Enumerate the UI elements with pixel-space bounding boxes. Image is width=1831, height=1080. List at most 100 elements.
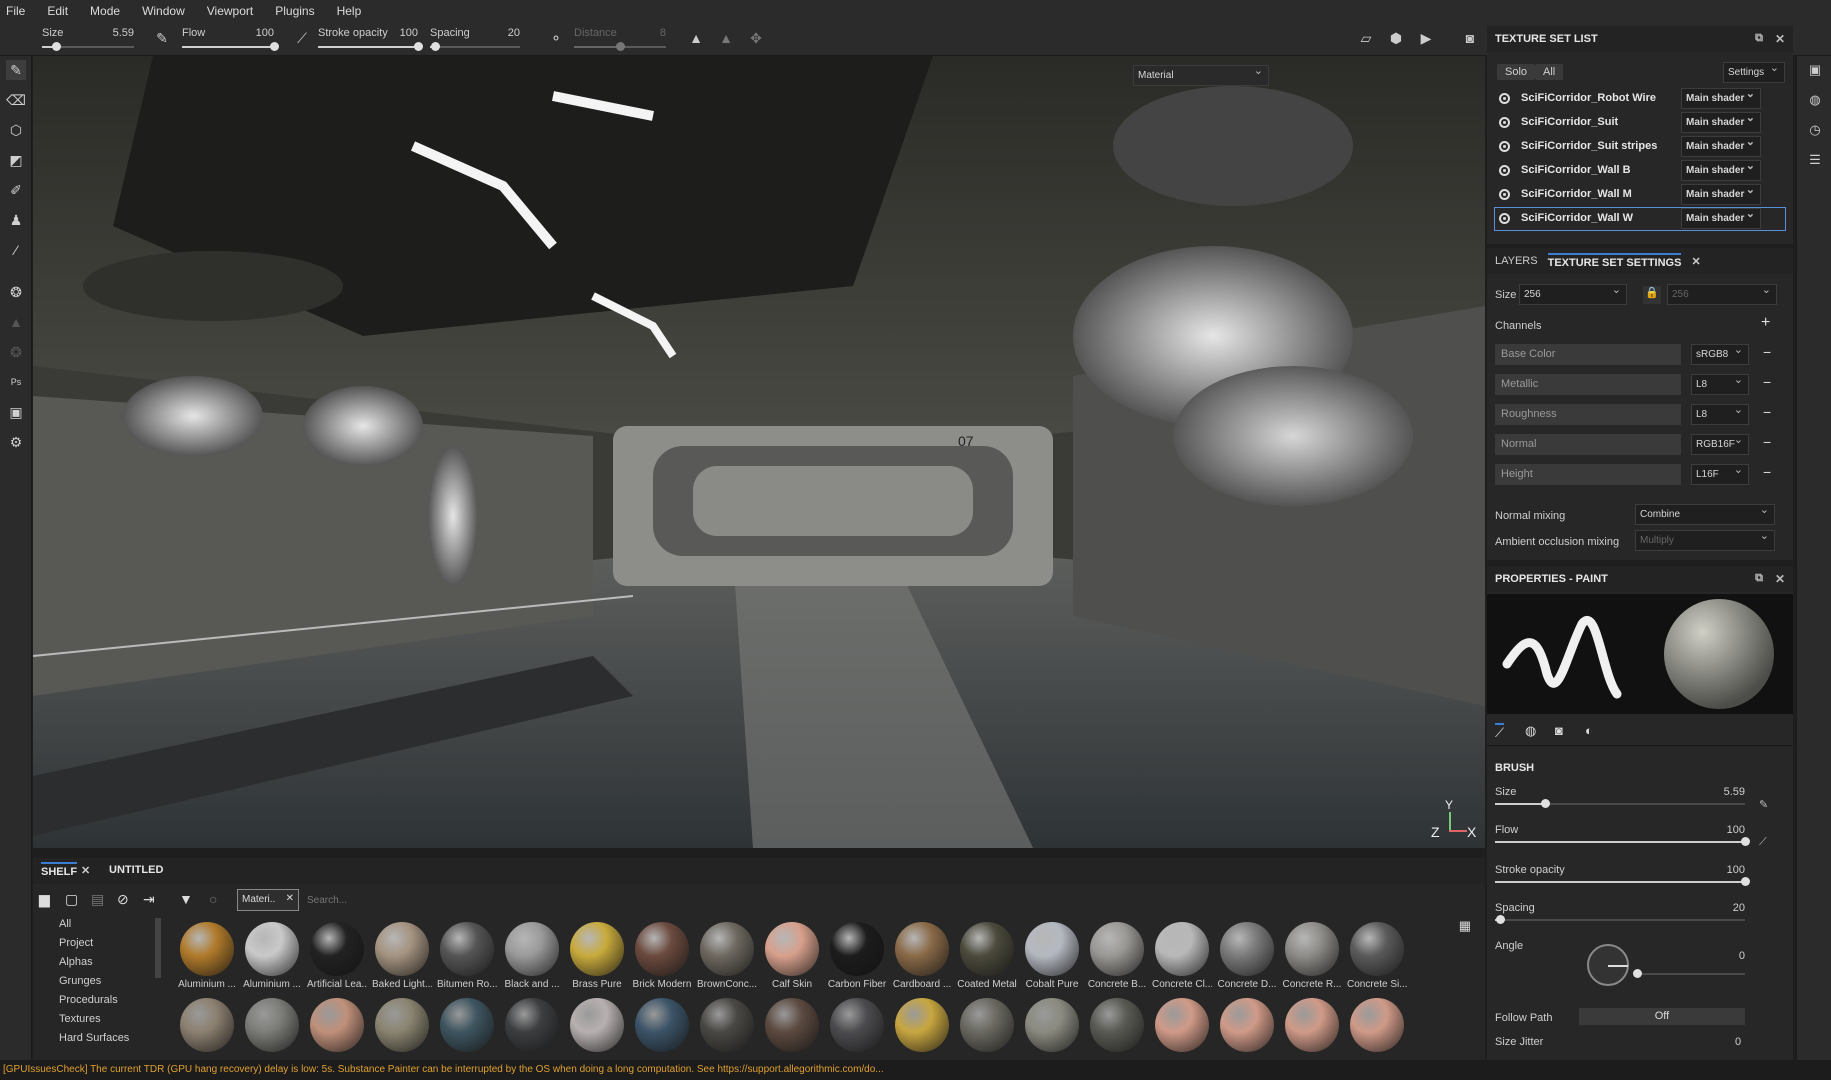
menu-file[interactable]: File: [6, 4, 25, 18]
material-thumbnail[interactable]: [1217, 998, 1277, 1052]
texture-set-row[interactable]: SciFiCorridor_Suit stripes Main shader: [1495, 135, 1785, 158]
slider-handle[interactable]: [414, 42, 423, 51]
clone-stamp-icon[interactable]: ♟: [6, 210, 26, 230]
shader-settings-icon[interactable]: ◍: [1805, 90, 1825, 110]
angle-dial[interactable]: [1587, 944, 1629, 986]
material-thumbnail[interactable]: [567, 998, 627, 1052]
projection-icon[interactable]: ⬡: [6, 120, 26, 140]
solo-button[interactable]: Solo: [1497, 64, 1536, 80]
shader-dropdown[interactable]: Main shader: [1681, 207, 1761, 229]
remove-filter-icon[interactable]: ✕: [286, 893, 294, 904]
material-thumbnail[interactable]: [827, 998, 887, 1052]
remove-channel-icon[interactable]: −: [1763, 404, 1771, 420]
channel-format-dropdown[interactable]: L8: [1691, 373, 1749, 395]
filter-chip[interactable]: Materi.. ✕: [237, 889, 299, 911]
material-thumbnail[interactable]: Aluminium ...: [177, 922, 237, 990]
pressure-size-icon[interactable]: ✎: [1759, 798, 1768, 811]
slider-handle[interactable]: [51, 42, 61, 51]
material-thumbnail[interactable]: [1347, 998, 1407, 1052]
import-icon[interactable]: ⇥: [143, 891, 155, 908]
shelf-category[interactable]: Grunges: [59, 975, 189, 994]
toolbar-spacing-slider[interactable]: Spacing 20: [430, 25, 520, 53]
lock-icon[interactable]: 🔒: [1643, 286, 1661, 304]
export-textures-icon[interactable]: ▣: [6, 402, 26, 422]
shelf-category[interactable]: Textures: [59, 1013, 189, 1032]
slider-handle[interactable]: [1541, 799, 1550, 808]
shader-dropdown[interactable]: Main shader: [1681, 183, 1761, 205]
display-settings-icon[interactable]: ▣: [1805, 60, 1825, 80]
shader-dropdown[interactable]: Main shader: [1681, 135, 1761, 157]
3d-viewport[interactable]: 07 Material Y Z X: [33, 56, 1485, 848]
material-thumbnail[interactable]: Carbon Fiber: [827, 922, 887, 990]
photoshop-export-icon[interactable]: Ps: [6, 372, 26, 392]
refresh-icon[interactable]: ○: [209, 891, 217, 907]
symmetry-icon[interactable]: ▲: [686, 28, 706, 48]
remove-channel-icon[interactable]: −: [1763, 464, 1771, 480]
texture-set-row[interactable]: SciFiCorridor_Robot Wire Main shader: [1495, 87, 1785, 110]
material-thumbnail[interactable]: [242, 998, 302, 1052]
close-icon[interactable]: ✕: [1775, 572, 1785, 586]
symmetry-mirror-icon[interactable]: ▲: [716, 28, 736, 48]
material-tab-icon[interactable]: ◍: [1525, 723, 1536, 739]
angle-slider[interactable]: 0: [1633, 950, 1745, 990]
bake-icon[interactable]: ❂: [6, 282, 26, 302]
menu-viewport[interactable]: Viewport: [207, 4, 253, 18]
polygon-fill-icon[interactable]: ◩: [6, 150, 26, 170]
visibility-radio[interactable]: [1499, 93, 1510, 104]
settings-gear-icon[interactable]: ⚙: [6, 432, 26, 452]
close-tab-icon[interactable]: ✕: [1691, 255, 1700, 268]
pressure-flow-icon[interactable]: ⟋: [1759, 836, 1767, 849]
brush-spacing-slider[interactable]: Spacing 20: [1495, 902, 1745, 936]
grid-view-icon[interactable]: ▦: [1459, 918, 1471, 934]
slider-handle[interactable]: [270, 42, 279, 51]
material-thumbnail[interactable]: Calf Skin: [762, 922, 822, 990]
slider-handle[interactable]: [616, 42, 625, 51]
add-channel-icon[interactable]: +: [1761, 314, 1770, 332]
camera-video-icon[interactable]: ▶: [1416, 28, 1436, 48]
pen-pressure-icon[interactable]: ⟋: [292, 28, 312, 48]
folder-icon[interactable]: ▆: [39, 891, 50, 908]
material-thumbnail[interactable]: Concrete D...: [1217, 922, 1277, 990]
lazy-mouse-icon[interactable]: ⚬: [546, 28, 566, 48]
material-thumbnail[interactable]: [762, 998, 822, 1052]
material-thumbnail[interactable]: [177, 998, 237, 1052]
material-thumbnail[interactable]: Aluminium ...: [242, 922, 302, 990]
normal-mixing-dropdown[interactable]: Combine: [1635, 503, 1775, 525]
size-dropdown[interactable]: 256: [1519, 283, 1627, 305]
hide-icon[interactable]: ⊘: [117, 891, 129, 908]
material-thumbnail[interactable]: Black and ...: [502, 922, 562, 990]
channel-format-dropdown[interactable]: L16F: [1691, 463, 1749, 485]
material-thumbnail[interactable]: Concrete Cl...: [1152, 922, 1212, 990]
visibility-radio[interactable]: [1499, 141, 1510, 152]
tab-layers[interactable]: LAYERS: [1495, 255, 1538, 267]
slider-handle[interactable]: [430, 42, 440, 51]
shelf-category[interactable]: Hard Surfaces: [59, 1032, 189, 1051]
material-thumbnail[interactable]: Brick Modern: [632, 922, 692, 990]
texture-set-row[interactable]: SciFiCorridor_Wall M Main shader: [1495, 183, 1785, 206]
undock-icon[interactable]: ⧉: [1755, 572, 1763, 585]
material-thumbnail[interactable]: [1282, 998, 1342, 1052]
brush-flow-slider[interactable]: Flow 100: [1495, 824, 1750, 858]
shelf-search-input[interactable]: [303, 889, 1463, 911]
visibility-radio[interactable]: [1499, 117, 1510, 128]
smudge-icon[interactable]: ✐: [6, 180, 26, 200]
menu-window[interactable]: Window: [142, 4, 185, 18]
viewport-3d-cube-icon[interactable]: ⬢: [1386, 28, 1406, 48]
brush-size-slider[interactable]: Size 5.59: [1495, 786, 1745, 820]
close-shelf-tab-icon[interactable]: ✕: [81, 864, 90, 877]
material-thumbnail[interactable]: Artificial Lea...: [307, 922, 367, 990]
shelf-category[interactable]: Project: [59, 937, 189, 956]
viewport-channel-dropdown[interactable]: Material: [1133, 64, 1269, 86]
visibility-radio[interactable]: [1499, 213, 1510, 224]
stencil-tab-icon[interactable]: ◐: [1585, 723, 1593, 738]
material-thumbnail[interactable]: Cobalt Pure: [1022, 922, 1082, 990]
menu-edit[interactable]: Edit: [47, 4, 68, 18]
remove-channel-icon[interactable]: −: [1763, 434, 1771, 450]
symmetry-axis-icon[interactable]: ✥: [746, 28, 766, 48]
material-thumbnail[interactable]: [957, 998, 1017, 1052]
visibility-radio[interactable]: [1499, 165, 1510, 176]
history-icon[interactable]: ◷: [1805, 120, 1825, 140]
shelf-category[interactable]: Alphas: [59, 956, 189, 975]
settings-dropdown[interactable]: Settings: [1723, 61, 1785, 83]
undock-icon[interactable]: ⧉: [1755, 32, 1763, 45]
